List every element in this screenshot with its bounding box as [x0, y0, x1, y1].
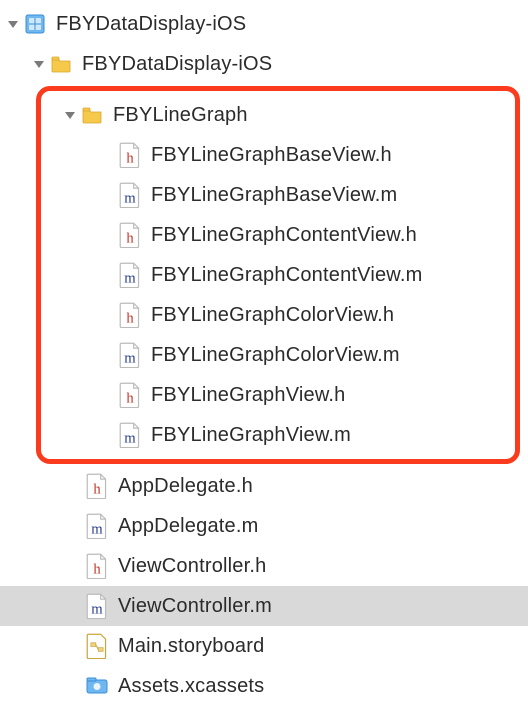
project-navigator: FBYDataDisplay-iOS FBYDataDisplay-iOS — [0, 0, 528, 706]
h-file-icon: h — [119, 144, 141, 166]
h-file-icon: h — [119, 384, 141, 406]
m-file-icon: m — [119, 264, 141, 286]
tree-row-file[interactable]: h FBYLineGraphView.h — [41, 375, 515, 415]
tree-row-file[interactable]: m AppDelegate.m — [0, 506, 528, 546]
svg-text:m: m — [124, 430, 136, 446]
svg-text:h: h — [126, 230, 134, 246]
tree-row-file[interactable]: h FBYLineGraphBaseView.h — [41, 135, 515, 175]
tree-row-file[interactable]: h ViewController.h — [0, 546, 528, 586]
disclosure-triangle[interactable] — [32, 57, 46, 71]
tree-label: AppDelegate.h — [118, 475, 253, 498]
folder-icon — [50, 53, 72, 75]
m-file-icon: m — [86, 515, 108, 537]
tree-row-file[interactable]: h FBYLineGraphContentView.h — [41, 215, 515, 255]
folder-icon — [81, 104, 103, 126]
svg-text:m: m — [124, 350, 136, 366]
tree-label: FBYLineGraphColorView.h — [151, 304, 394, 327]
highlight-box: FBYLineGraph h FBYLineGraphBaseView.h m … — [36, 86, 520, 464]
m-file-icon: m — [86, 595, 108, 617]
m-file-icon: m — [119, 184, 141, 206]
tree-label: AppDelegate.m — [118, 515, 258, 538]
tree-row-file[interactable]: m FBYLineGraphColorView.m — [41, 335, 515, 375]
svg-text:h: h — [93, 481, 101, 497]
xcode-project-icon — [24, 13, 46, 35]
h-file-icon: h — [119, 304, 141, 326]
svg-text:h: h — [126, 150, 134, 166]
svg-text:m: m — [91, 601, 103, 617]
tree-label: FBYLineGraphView.h — [151, 384, 345, 407]
tree-label: FBYLineGraph — [113, 104, 248, 127]
svg-text:m: m — [124, 270, 136, 286]
svg-text:h: h — [93, 561, 101, 577]
tree-row-file[interactable]: h AppDelegate.h — [0, 466, 528, 506]
tree-row-file[interactable]: h FBYLineGraphColorView.h — [41, 295, 515, 335]
xcassets-file-icon — [86, 675, 108, 697]
h-file-icon: h — [86, 475, 108, 497]
tree-label: FBYDataDisplay-iOS — [56, 13, 246, 36]
svg-text:h: h — [126, 310, 134, 326]
tree-label: FBYLineGraphContentView.m — [151, 264, 422, 287]
disclosure-triangle[interactable] — [63, 108, 77, 122]
svg-text:m: m — [124, 190, 136, 206]
tree-label: FBYLineGraphBaseView.m — [151, 184, 397, 207]
disclosure-triangle[interactable] — [6, 17, 20, 31]
tree-label: FBYLineGraphBaseView.h — [151, 144, 392, 167]
tree-label: Assets.xcassets — [118, 675, 264, 698]
svg-text:m: m — [91, 521, 103, 537]
tree-row-file[interactable]: m FBYLineGraphContentView.m — [41, 255, 515, 295]
storyboard-file-icon — [86, 635, 108, 657]
tree-label: Main.storyboard — [118, 635, 264, 658]
tree-row-file[interactable]: Assets.xcassets — [0, 666, 528, 706]
tree-row-file[interactable]: Main.storyboard — [0, 626, 528, 666]
tree-label: FBYLineGraphView.m — [151, 424, 351, 447]
tree-row-file[interactable]: m ViewController.m — [0, 586, 528, 626]
h-file-icon: h — [86, 555, 108, 577]
h-file-icon: h — [119, 224, 141, 246]
tree-label: FBYLineGraphColorView.m — [151, 344, 400, 367]
tree-label: ViewController.h — [118, 555, 266, 578]
tree-row-group[interactable]: FBYLineGraph — [41, 95, 515, 135]
tree-row-group[interactable]: FBYDataDisplay-iOS — [0, 44, 528, 84]
tree-label: FBYLineGraphContentView.h — [151, 224, 417, 247]
m-file-icon: m — [119, 344, 141, 366]
tree-row-file[interactable]: m FBYLineGraphView.m — [41, 415, 515, 455]
tree-label: ViewController.m — [118, 595, 272, 618]
tree-row-project-root[interactable]: FBYDataDisplay-iOS — [0, 4, 528, 44]
tree-label: FBYDataDisplay-iOS — [82, 53, 272, 76]
m-file-icon: m — [119, 424, 141, 446]
tree-row-file[interactable]: m FBYLineGraphBaseView.m — [41, 175, 515, 215]
svg-text:h: h — [126, 390, 134, 406]
